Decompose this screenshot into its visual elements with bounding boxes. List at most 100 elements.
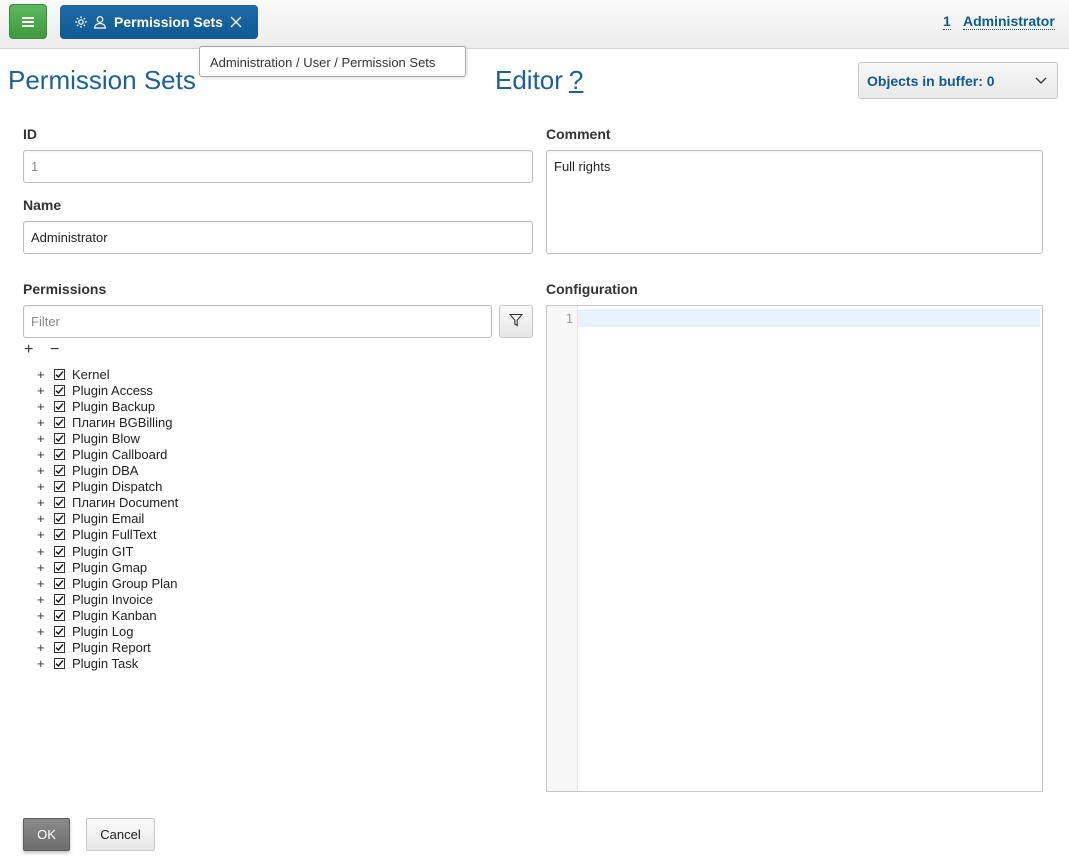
close-icon[interactable]: [230, 16, 242, 28]
user-name-link[interactable]: Administrator: [963, 13, 1055, 30]
permission-checkbox[interactable]: [54, 384, 65, 396]
expand-node-icon[interactable]: +: [33, 415, 51, 430]
expand-node-icon[interactable]: +: [33, 592, 51, 607]
permissions-label: Permissions: [23, 281, 107, 297]
permission-checkbox[interactable]: [54, 545, 65, 557]
permission-tree-item: + Plugin Invoice: [33, 591, 178, 607]
page-title: Permission Sets: [8, 65, 196, 95]
name-field[interactable]: Administrator: [23, 221, 533, 254]
expand-node-icon[interactable]: +: [33, 527, 51, 542]
permission-label: Плагин BGBilling: [72, 414, 173, 430]
permission-label: Plugin Email: [72, 511, 145, 527]
expand-node-icon[interactable]: +: [33, 608, 51, 623]
id-label: ID: [23, 126, 37, 142]
permission-label: Plugin Dispatch: [72, 479, 163, 495]
permission-checkbox[interactable]: [54, 561, 65, 573]
expand-node-icon[interactable]: +: [33, 367, 51, 382]
expand-node-icon[interactable]: +: [33, 495, 51, 510]
user-id-link[interactable]: 1: [943, 13, 951, 30]
expand-node-icon[interactable]: +: [33, 447, 51, 462]
expand-node-icon[interactable]: +: [33, 463, 51, 478]
permission-label: Plugin Log: [72, 624, 134, 640]
permission-checkbox[interactable]: [54, 449, 65, 461]
permission-tree-item: + Plugin Callboard: [33, 446, 178, 462]
permission-checkbox[interactable]: [54, 609, 65, 621]
expand-node-icon[interactable]: +: [33, 511, 51, 526]
expand-node-icon[interactable]: +: [33, 560, 51, 575]
permission-tree-item: + Plugin Gmap: [33, 559, 178, 575]
permission-tree-item: + Plugin Blow: [33, 430, 178, 446]
permission-label: Plugin Backup: [72, 398, 156, 414]
permission-checkbox[interactable]: [54, 642, 65, 654]
permission-label: Plugin Gmap: [72, 559, 148, 575]
permission-checkbox[interactable]: [54, 593, 65, 605]
permission-checkbox[interactable]: [54, 626, 65, 638]
filter-button[interactable]: [499, 305, 533, 338]
expand-node-icon[interactable]: +: [33, 640, 51, 655]
permission-label: Plugin Invoice: [72, 591, 153, 607]
permission-checkbox[interactable]: [54, 416, 65, 428]
permission-checkbox[interactable]: [54, 465, 65, 477]
comment-label: Comment: [546, 126, 611, 142]
permission-label: Plugin Report: [72, 640, 151, 656]
expand-node-icon[interactable]: +: [33, 479, 51, 494]
permissions-tree: + Kernel + Plugin Access + Plugin Backup + Плаг…: [33, 366, 178, 672]
objects-buffer-dropdown[interactable]: Objects in buffer: 0: [858, 62, 1058, 99]
collapse-all-button[interactable]: −: [50, 342, 59, 358]
filter-input[interactable]: Filter: [23, 305, 492, 338]
cancel-button[interactable]: Cancel: [86, 818, 155, 851]
tab-permission-sets[interactable]: Permission Sets: [60, 5, 258, 39]
permission-checkbox[interactable]: [54, 513, 65, 525]
expand-node-icon[interactable]: +: [33, 624, 51, 639]
permission-tree-item: + Plugin FullText: [33, 527, 178, 543]
permission-tree-item: + Plugin Report: [33, 640, 178, 656]
permission-checkbox[interactable]: [54, 658, 65, 670]
ok-button[interactable]: OK: [23, 818, 70, 851]
expand-node-icon[interactable]: +: [33, 656, 51, 671]
permission-tree-item: + Plugin Task: [33, 656, 178, 672]
expand-node-icon[interactable]: +: [33, 544, 51, 559]
permission-checkbox[interactable]: [54, 368, 65, 380]
permission-label: Plugin Access: [72, 382, 153, 398]
permission-checkbox[interactable]: [54, 432, 65, 444]
permission-checkbox[interactable]: [54, 497, 65, 509]
permission-label: Plugin FullText: [72, 527, 157, 543]
expand-node-icon[interactable]: +: [33, 576, 51, 591]
line-number: 1: [565, 312, 573, 326]
permission-tree-item: + Plugin Email: [33, 511, 178, 527]
permission-tree-item: + Плагин Document: [33, 495, 178, 511]
editor-title: Editor?: [495, 64, 583, 96]
user-icon: [93, 15, 107, 29]
permission-tree-item: + Plugin DBA: [33, 463, 178, 479]
permission-tree-item: + Plugin Access: [33, 382, 178, 398]
permission-tree-item: + Plugin Kanban: [33, 607, 178, 623]
chevron-down-icon: [1035, 73, 1047, 85]
help-link[interactable]: ?: [569, 65, 583, 95]
id-field[interactable]: 1: [23, 150, 533, 183]
expand-node-icon[interactable]: +: [33, 399, 51, 414]
permission-label: Плагин Document: [72, 495, 179, 511]
comment-textarea[interactable]: Full rights: [546, 150, 1043, 254]
breadcrumb-tooltip: Administration / User / Permission Sets: [199, 46, 466, 77]
main-menu-button[interactable]: [9, 4, 47, 39]
permission-checkbox[interactable]: [54, 529, 65, 541]
expand-node-icon[interactable]: +: [33, 431, 51, 446]
permission-checkbox[interactable]: [54, 481, 65, 493]
permission-tree-item: + Kernel: [33, 366, 178, 382]
configuration-editor[interactable]: 1: [546, 305, 1043, 792]
permission-tree-item: + Plugin Group Plan: [33, 575, 178, 591]
permission-checkbox[interactable]: [54, 577, 65, 589]
permission-checkbox[interactable]: [54, 400, 65, 412]
permission-tree-item: + Plugin GIT: [33, 543, 178, 559]
configuration-label: Configuration: [546, 281, 638, 297]
permission-tree-item: + Plugin Log: [33, 624, 178, 640]
permission-label: Plugin Kanban: [72, 607, 157, 623]
permission-label: Plugin Group Plan: [72, 575, 178, 591]
permission-tree-item: + Plugin Backup: [33, 398, 178, 414]
active-line-highlight: [578, 309, 1040, 327]
expand-all-button[interactable]: +: [24, 342, 33, 358]
expand-node-icon[interactable]: +: [33, 383, 51, 398]
permission-label: Plugin Blow: [72, 430, 140, 446]
buffer-label: Objects in buffer: 0: [867, 73, 995, 89]
permission-label: Kernel: [72, 366, 110, 382]
